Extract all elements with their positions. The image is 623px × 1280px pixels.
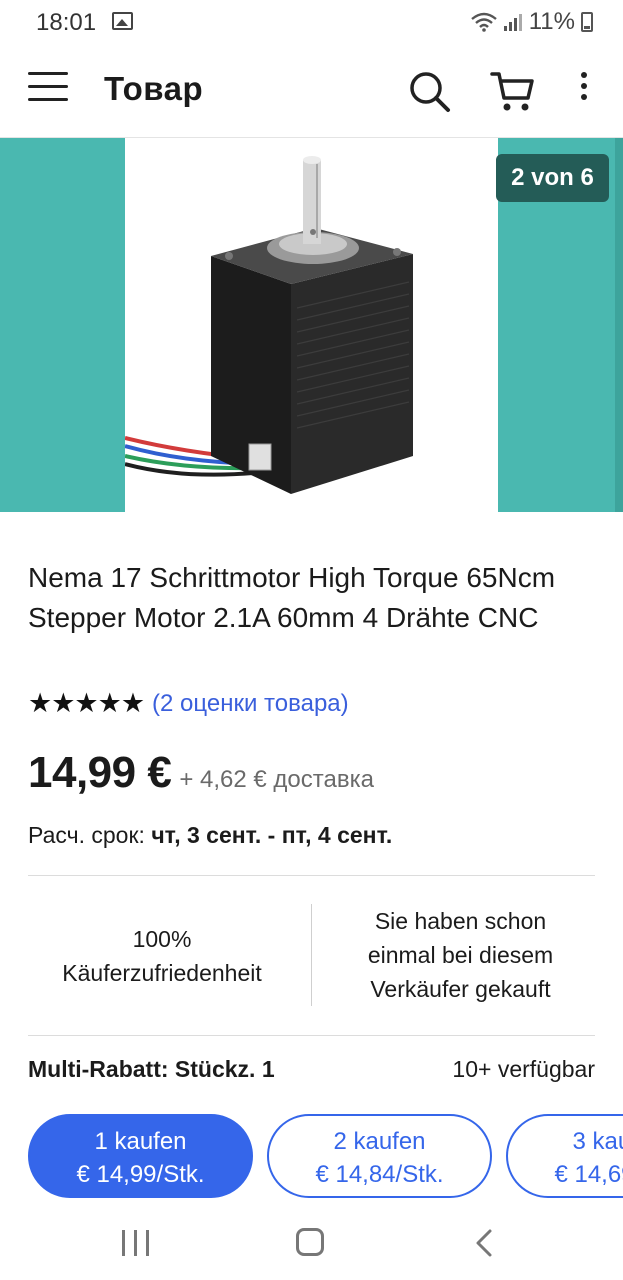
battery-icon [581, 12, 593, 32]
delivery-dates: чт, 3 сент. - пт, 4 сент. [151, 822, 393, 848]
shipping-cost: + 4,62 € доставка [179, 766, 374, 793]
recent-apps-icon [122, 1230, 125, 1256]
availability: 10+ verfügbar [452, 1056, 595, 1082]
cart-icon [490, 72, 534, 111]
back-button[interactable] [472, 1228, 496, 1258]
buy-1-button[interactable]: 1 kaufen € 14,99/Stk. [28, 1114, 253, 1198]
price-row: 14,99 € + 4,62 € доставка [28, 748, 374, 798]
delivery-estimate: Расч. срок: чт, 3 сент. - пт, 4 сент. [28, 822, 392, 849]
status-time: 18:01 [36, 9, 97, 36]
status-bar: 18:01 11% [0, 0, 623, 46]
search-icon [410, 72, 450, 112]
menu-button[interactable] [28, 72, 68, 108]
wifi-icon [470, 12, 497, 32]
product-title: Nema 17 Schrittmotor High Torque 65Ncm S… [28, 562, 556, 633]
rating-stars-icon: ★★★★★ [28, 688, 145, 718]
divider [28, 875, 595, 876]
home-button[interactable] [296, 1228, 324, 1256]
recent-apps-button[interactable] [122, 1230, 150, 1256]
search-button[interactable] [408, 70, 452, 114]
previous-purchase-note: Sie haben schon einmal bei diesem Verkäu… [367, 908, 554, 1002]
more-options-button[interactable] [570, 72, 598, 112]
page-title: Товар [104, 70, 204, 107]
divider [311, 904, 312, 1006]
buy-3-button[interactable]: 3 kaufen € 14,69/Stk. [506, 1114, 623, 1198]
seller-info: 100% Käuferzufriedenheit Sie haben schon… [28, 900, 595, 1010]
hamburger-icon [28, 72, 68, 75]
app-bar: Товар [0, 46, 623, 138]
product-price: 14,99 € [28, 748, 172, 797]
satisfaction-percent: 100% [132, 926, 192, 952]
product-rating: ★★★★★ (2 оценки товара) [28, 688, 349, 719]
delivery-label: Расч. срок: [28, 822, 152, 848]
image-counter-badge: 2 von 6 [496, 154, 609, 202]
buy-2-button[interactable]: 2 kaufen € 14,84/Stk. [267, 1114, 492, 1198]
system-nav-bar [0, 1212, 623, 1280]
multi-buy-label: Multi-Rabatt: Stückz. 1 [28, 1056, 275, 1082]
battery-percentage: 11% [528, 8, 575, 35]
cart-button[interactable] [490, 70, 536, 114]
buy-3-button-clip: 3 kaufen € 14,69/Stk. [506, 1114, 623, 1198]
more-vertical-icon [581, 72, 587, 78]
gallery-edge [615, 138, 623, 512]
stepper-motor-image [124, 156, 413, 494]
product-image [124, 138, 498, 512]
gallery-notification-icon [112, 12, 133, 30]
satisfaction-label: Käuferzufriedenheit [62, 960, 262, 986]
signal-icon [503, 14, 522, 31]
multi-buy-header: Multi-Rabatt: Stückz. 1 10+ verfügbar [28, 1052, 595, 1088]
product-image-gallery[interactable]: 2 von 6 [0, 138, 623, 512]
status-indicators: 11% [470, 8, 593, 36]
seller-satisfaction: 100% Käuferzufriedenheit [28, 922, 296, 990]
reviews-link[interactable]: (2 оценки товара) [152, 690, 349, 718]
back-chevron-icon [476, 1229, 492, 1257]
divider [28, 1035, 595, 1036]
